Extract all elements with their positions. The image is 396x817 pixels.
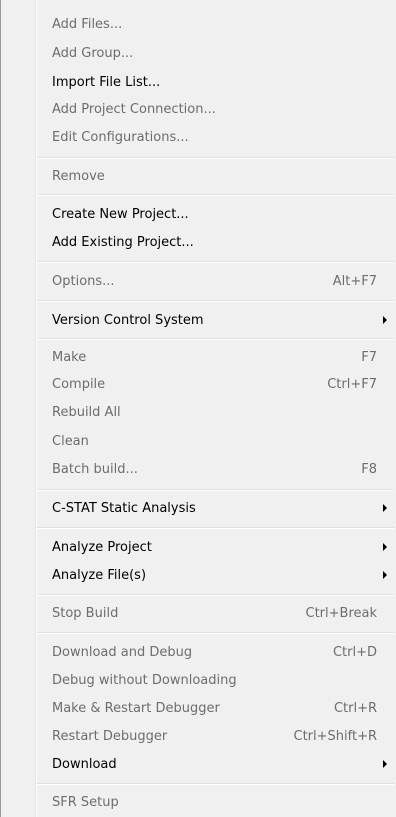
menu-item-label: Analyze Project [52, 539, 152, 555]
menu-item-make[interactable]: Make F7 [1, 346, 396, 368]
menu-item-create-new-project[interactable]: Create New Project... [1, 203, 396, 225]
menu-item-restart-debugger[interactable]: Restart Debugger Ctrl+Shift+R [1, 725, 396, 747]
menu-item-edit-configurations[interactable]: Edit Configurations... [1, 126, 396, 148]
menu-item-shortcut: Ctrl+Break [305, 605, 378, 621]
menu-item-label: Make & Restart Debugger [52, 700, 220, 716]
menu-separator [37, 194, 394, 196]
context-menu: Add Files... Add Group... Import File Li… [0, 0, 396, 817]
submenu-arrow-icon [383, 571, 387, 579]
menu-separator [37, 261, 394, 263]
menu-separator [37, 338, 394, 340]
menu-separator [37, 489, 394, 491]
menu-item-label: Add Group... [52, 45, 134, 61]
submenu-arrow-icon [383, 760, 387, 768]
menu-item-add-files[interactable]: Add Files... [1, 13, 396, 35]
menu-item-download-and-debug[interactable]: Download and Debug Ctrl+D [1, 641, 396, 663]
menu-item-label: Remove [52, 168, 105, 184]
menu-item-label: C-STAT Static Analysis [52, 500, 196, 516]
menu-item-add-group[interactable]: Add Group... [1, 42, 396, 64]
menu-item-label: Clean [52, 433, 89, 449]
menu-item-shortcut: Alt+F7 [332, 273, 377, 289]
menu-separator [37, 527, 394, 529]
menu-item-label: Rebuild All [52, 404, 121, 420]
menu-item-shortcut: Ctrl+R [333, 700, 377, 716]
submenu-arrow-icon [383, 543, 387, 551]
menu-item-stop-build[interactable]: Stop Build Ctrl+Break [1, 602, 396, 624]
menu-item-debug-without-downloading[interactable]: Debug without Downloading [1, 669, 396, 691]
menu-item-add-existing-project[interactable]: Add Existing Project... [1, 231, 396, 253]
menu-item-label: Stop Build [52, 605, 119, 621]
menu-item-label: Version Control System [52, 312, 204, 328]
menu-item-label: Import File List... [52, 74, 161, 90]
menu-item-label: Compile [52, 376, 106, 392]
menu-item-version-control-system[interactable]: Version Control System [1, 309, 396, 331]
menu-item-label: Create New Project... [52, 206, 189, 222]
menu-item-label: Make [52, 349, 87, 365]
menu-item-analyze-project[interactable]: Analyze Project [1, 536, 396, 558]
menu-item-batch-build[interactable]: Batch build... F8 [1, 458, 396, 480]
menu-item-label: Add Existing Project... [52, 234, 194, 250]
menu-item-shortcut: F8 [361, 461, 377, 477]
menu-item-label: Restart Debugger [52, 728, 168, 744]
menu-separator [37, 594, 394, 596]
menu-item-label: Options... [52, 273, 115, 289]
submenu-arrow-icon [383, 316, 387, 324]
menu-item-make-restart-debugger[interactable]: Make & Restart Debugger Ctrl+R [1, 697, 396, 719]
menu-separator [37, 783, 394, 785]
menu-item-shortcut: Ctrl+F7 [327, 376, 377, 392]
menu-item-clean[interactable]: Clean [1, 430, 396, 452]
menu-separator [37, 157, 394, 159]
menu-item-label: Analyze File(s) [52, 567, 147, 583]
menu-item-shortcut: F7 [361, 349, 377, 365]
menu-item-label: Debug without Downloading [52, 672, 237, 688]
menu-item-options[interactable]: Options... Alt+F7 [1, 270, 396, 292]
menu-item-remove[interactable]: Remove [1, 165, 396, 187]
menu-item-label: Download [52, 756, 117, 772]
menu-item-label: Add Project Connection... [52, 101, 216, 117]
menu-item-download[interactable]: Download [1, 753, 396, 775]
menu-item-analyze-files[interactable]: Analyze File(s) [1, 564, 396, 586]
menu-separator [37, 632, 394, 634]
menu-item-shortcut: Ctrl+D [332, 644, 377, 660]
menu-separator [37, 300, 394, 302]
menu-item-label: Edit Configurations... [52, 129, 189, 145]
menu-item-compile[interactable]: Compile Ctrl+F7 [1, 373, 396, 395]
menu-item-label: Download and Debug [52, 644, 193, 660]
menu-item-label: Add Files... [52, 16, 123, 32]
menu-item-label: Batch build... [52, 461, 138, 477]
menu-item-import-file-list[interactable]: Import File List... [1, 71, 396, 93]
menu-item-sfr-setup[interactable]: SFR Setup [1, 791, 396, 813]
menu-item-add-project-connection[interactable]: Add Project Connection... [1, 98, 396, 120]
menu-item-c-stat-static-analysis[interactable]: C-STAT Static Analysis [1, 497, 396, 519]
menu-item-rebuild-all[interactable]: Rebuild All [1, 401, 396, 423]
submenu-arrow-icon [383, 504, 387, 512]
menu-item-label: SFR Setup [52, 794, 119, 810]
menu-item-shortcut: Ctrl+Shift+R [293, 728, 378, 744]
